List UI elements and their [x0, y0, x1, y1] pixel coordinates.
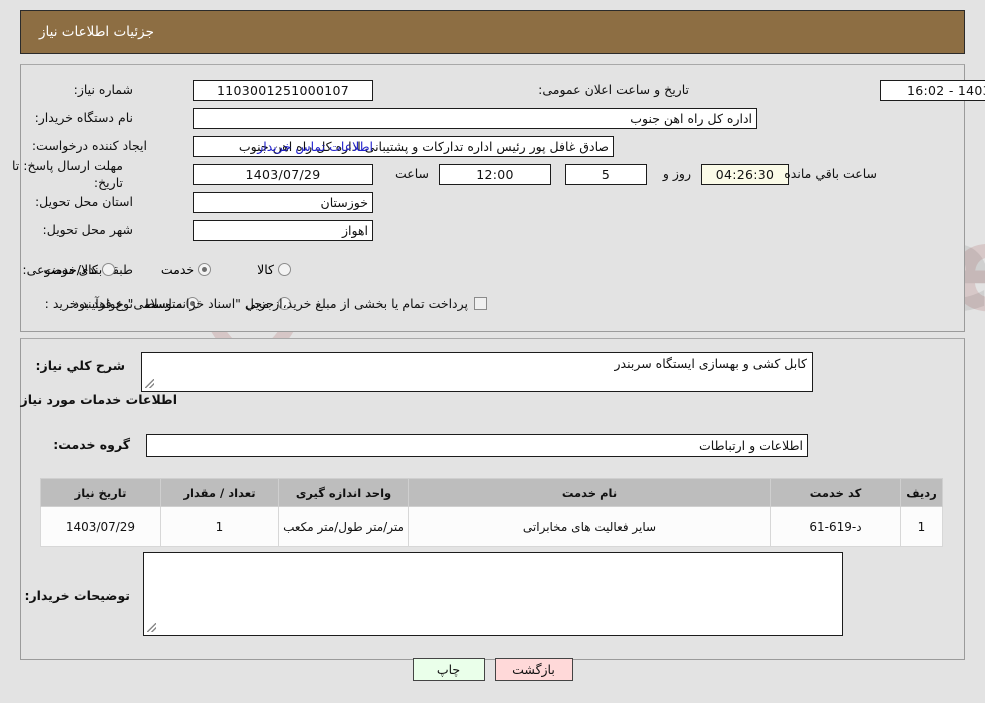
- cell-need-date: 1403/07/29: [40, 506, 161, 547]
- buyer-org-row: نام دستگاه خریدار:: [27, 110, 133, 125]
- radio-label-khedmat: خدمت: [160, 262, 195, 277]
- th-quantity: تعداد / مقدار: [160, 478, 279, 507]
- need-number-field[interactable]: 1103001251000107: [193, 80, 373, 101]
- description-label: شرح کلي نیاز:: [35, 358, 125, 373]
- action-button-bar: بازگشت چاپ: [0, 658, 985, 681]
- services-table-wrap: ردیف کد خدمت نام خدمت واحد اندازه گیری ت…: [40, 478, 943, 547]
- table-header-row: ردیف کد خدمت نام خدمت واحد اندازه گیری ت…: [40, 478, 943, 507]
- deadline-label: مهلت ارسال پاسخ: تا تاریخ:: [12, 158, 123, 190]
- cell-service-name: سایر فعالیت های مخابراتی: [408, 506, 771, 547]
- service-group-field[interactable]: اطلاعات و ارتباطات: [146, 434, 808, 457]
- days-remaining-field[interactable]: 5: [565, 164, 647, 185]
- page-header-bar: جزئیات اطلاعات نیاز: [20, 10, 965, 54]
- announce-datetime-row: تاریخ و ساعت اعلان عمومی:: [530, 82, 689, 97]
- radio-label-kala: کالا: [257, 262, 274, 277]
- need-summary-panel: [20, 64, 965, 332]
- delivery-city-field[interactable]: اهواز: [193, 220, 373, 241]
- back-button[interactable]: بازگشت: [494, 658, 573, 681]
- buyer-org-label: نام دستگاه خریدار:: [34, 110, 133, 125]
- deadline-date-field[interactable]: 1403/07/29: [193, 164, 373, 185]
- announce-datetime-field[interactable]: 1403/07/23 - 16:02: [880, 80, 985, 101]
- page-root: AriaTender .net جزئیات اطلاعات نیاز شمار…: [0, 0, 985, 703]
- delivery-province-field[interactable]: خوزستان: [193, 192, 373, 213]
- countdown-label: ساعت باقي مانده: [784, 166, 877, 181]
- buyer-notes-textarea[interactable]: [143, 552, 843, 636]
- subject-category-radiogroup[interactable]: کالا خدمت کالا/خدمت: [43, 262, 295, 277]
- th-service-name: نام خدمت: [408, 478, 771, 507]
- page-title: جزئیات اطلاعات نیاز: [39, 24, 154, 40]
- cell-quantity: 1: [160, 506, 279, 547]
- deadline-label-row: مهلت ارسال پاسخ: تا تاریخ:: [1, 158, 123, 192]
- radio-option-kala[interactable]: کالا: [257, 262, 295, 277]
- radio-circle-selected-icon[interactable]: [198, 263, 212, 276]
- services-table: ردیف کد خدمت نام خدمت واحد اندازه گیری ت…: [40, 478, 943, 547]
- th-need-date: تاریخ نیاز: [40, 478, 161, 507]
- radio-circle-icon[interactable]: [101, 263, 115, 276]
- deadline-hour-label: ساعت: [394, 166, 429, 181]
- table-row: 1 د-619-61 سایر فعالیت های مخابراتی متر/…: [40, 506, 943, 547]
- treasury-note-text: پرداخت تمام یا بخشی از مبلغ خرید،از محل …: [69, 296, 468, 311]
- th-unit: واحد اندازه گیری: [278, 478, 409, 507]
- days-remaining-label: روز و: [662, 166, 691, 181]
- buyer-contact-link[interactable]: اطلاعات تماس خریدار: [257, 139, 373, 154]
- request-creator-row: ایجاد کننده درخواست:: [24, 138, 147, 153]
- services-section-title: اطلاعات خدمات مورد نیاز: [20, 392, 178, 407]
- cell-radif: 1: [900, 506, 943, 547]
- need-number-label: شماره نیاز:: [73, 82, 133, 97]
- description-textarea[interactable]: کابل کشی و بهسازی ایستگاه سربندر: [141, 352, 813, 392]
- service-group-label: گروه خدمت:: [53, 437, 130, 452]
- need-number-row: شماره نیاز:: [66, 82, 133, 97]
- treasury-checkbox[interactable]: [474, 297, 487, 310]
- treasury-note-row: پرداخت تمام یا بخشی از مبلغ خرید،از محل …: [69, 296, 487, 311]
- countdown-field: 04:26:30: [701, 164, 789, 185]
- cell-unit: متر/متر طول/متر مکعب: [278, 506, 409, 547]
- request-creator-label: ایجاد کننده درخواست:: [31, 138, 147, 153]
- print-button[interactable]: چاپ: [412, 658, 485, 681]
- delivery-city-row: شهر محل تحویل:: [35, 222, 133, 237]
- delivery-province-row: استان محل تحویل:: [27, 194, 133, 209]
- cell-service-code: د-619-61: [770, 506, 901, 547]
- radio-option-kala-khedmat[interactable]: کالا/خدمت: [43, 262, 118, 277]
- th-radif: ردیف: [900, 478, 943, 507]
- th-service-code: کد خدمت: [770, 478, 901, 507]
- buyer-notes-label: توضیحات خریدار:: [24, 588, 130, 603]
- announce-datetime-label: تاریخ و ساعت اعلان عمومی:: [538, 82, 689, 97]
- radio-label-kala-khedmat: کالا/خدمت: [43, 262, 98, 277]
- radio-option-khedmat[interactable]: خدمت: [161, 262, 215, 277]
- buyer-org-field[interactable]: اداره کل راه اهن جنوب: [193, 108, 757, 129]
- deadline-hour-field[interactable]: 12:00: [439, 164, 551, 185]
- radio-circle-icon[interactable]: [278, 263, 291, 276]
- delivery-city-label: شهر محل تحویل:: [42, 222, 133, 237]
- delivery-province-label: استان محل تحویل:: [34, 194, 133, 209]
